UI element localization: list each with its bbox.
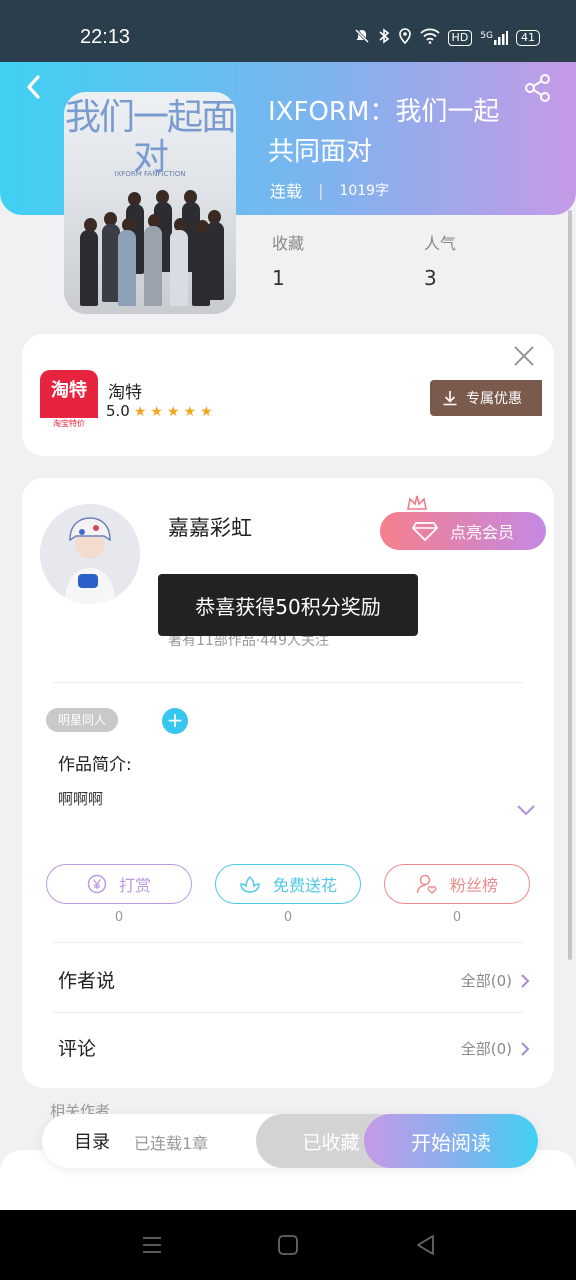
rating-stars: ★ ★ ★ ★ ★ bbox=[134, 402, 217, 420]
diamond-icon bbox=[411, 522, 438, 541]
back-button[interactable] bbox=[20, 72, 50, 102]
flower-icon bbox=[240, 875, 260, 893]
bluetooth-icon bbox=[378, 28, 390, 48]
cover-title: 我们一起面对 bbox=[64, 97, 236, 178]
menu-icon bbox=[143, 1237, 161, 1253]
share-icon bbox=[525, 74, 550, 102]
author-says-all-text: 全部(0) bbox=[460, 972, 512, 990]
collect-stat: 收藏 1 bbox=[272, 230, 304, 290]
fan-user-icon bbox=[416, 874, 437, 894]
battery-indicator: 41 bbox=[516, 30, 540, 46]
serial-status: 连载 bbox=[270, 182, 303, 201]
tip-label: 打赏 bbox=[118, 876, 151, 895]
scrollbar[interactable] bbox=[568, 210, 572, 960]
share-button[interactable] bbox=[522, 72, 554, 104]
fan-ranking-label: 粉丝榜 bbox=[449, 876, 498, 895]
ad-rating-value: 5.0 bbox=[106, 402, 130, 420]
star-icon: ★ bbox=[133, 404, 147, 420]
ad-app-logo: 淘特 淘宝特价 bbox=[40, 370, 98, 429]
comments-all-link[interactable]: 全部(0) bbox=[461, 1038, 530, 1059]
ad-app-name: 淘特 bbox=[108, 383, 142, 403]
intro-text: 啊啊啊 bbox=[58, 790, 104, 808]
back-arrow-icon bbox=[27, 75, 40, 99]
flower-count: 0 bbox=[283, 910, 293, 925]
yen-coin-icon bbox=[87, 874, 107, 894]
author-says-label: 作者说 bbox=[58, 970, 116, 992]
genre-tag[interactable]: 明星同人 bbox=[46, 708, 119, 732]
fan-ranking-button[interactable]: 粉丝榜 bbox=[384, 864, 530, 904]
bottom-action-bar: 目录 已连载1章 已收藏 开始阅读 bbox=[42, 1114, 538, 1168]
star-icon: ★ bbox=[200, 404, 213, 420]
book-title: IXFORM：我们一起共同面对 bbox=[268, 97, 500, 167]
divider bbox=[52, 682, 524, 683]
recent-apps-button[interactable] bbox=[140, 1234, 164, 1256]
toc-button[interactable]: 目录 bbox=[74, 1128, 110, 1154]
home-icon bbox=[278, 1235, 298, 1255]
light-up-vip-button[interactable]: 点亮会员 bbox=[380, 512, 546, 550]
intro-label: 作品简介: bbox=[58, 755, 132, 775]
back-nav-button[interactable] bbox=[414, 1234, 438, 1256]
popularity-label: 人气 bbox=[424, 234, 457, 253]
book-cover[interactable]: 我们一起面对 IXFORM FANFICTION bbox=[64, 92, 236, 314]
author-avatar[interactable] bbox=[40, 504, 140, 604]
vip-button-label: 点亮会员 bbox=[449, 523, 514, 542]
avatar-image bbox=[40, 504, 140, 604]
meta-separator: | bbox=[318, 180, 324, 200]
book-meta: 连载 | 1019字 bbox=[270, 178, 389, 202]
signal-label: 5G bbox=[480, 31, 493, 41]
comments-all-text: 全部(0) bbox=[460, 1040, 512, 1058]
mute-icon bbox=[354, 28, 370, 48]
author-name[interactable]: 嘉嘉彩虹 bbox=[168, 512, 252, 542]
author-says-all-link[interactable]: 全部(0) bbox=[461, 970, 530, 991]
status-icons: HD 5G 41 bbox=[354, 28, 540, 48]
word-count: 1019字 bbox=[339, 183, 390, 199]
location-icon bbox=[398, 28, 412, 48]
ad-logo-text: 淘特 bbox=[51, 380, 87, 401]
divider bbox=[52, 942, 524, 943]
status-time: 22:13 bbox=[80, 26, 131, 48]
comments-label: 评论 bbox=[58, 1038, 97, 1060]
signal-icon: 5G bbox=[480, 31, 508, 45]
author-card: 嘉嘉彩虹 点亮会员 著有11部作品·449人关注 恭喜获得50积分奖励 明星同人… bbox=[22, 478, 554, 1088]
add-tag-button[interactable]: + bbox=[162, 708, 188, 734]
send-flower-button[interactable]: 免费送花 bbox=[215, 864, 361, 904]
expand-intro-button[interactable] bbox=[516, 802, 536, 821]
popularity-stat: 人气 3 bbox=[424, 230, 456, 290]
ad-logo-sub: 淘宝特价 bbox=[40, 418, 98, 429]
tip-button[interactable]: 打赏 bbox=[46, 864, 192, 904]
tip-count: 0 bbox=[114, 910, 124, 925]
collect-label: 收藏 bbox=[272, 234, 305, 253]
star-icon: ★ bbox=[183, 404, 197, 420]
ad-rating: 5.0 ★ ★ ★ ★ ★ bbox=[106, 402, 217, 420]
hd-badge: HD bbox=[447, 30, 473, 46]
ad-offer-label: 专属优惠 bbox=[466, 391, 522, 407]
toc-status: 已连载1章 bbox=[134, 1134, 209, 1153]
close-icon bbox=[514, 346, 534, 366]
reward-toast: 恭喜获得50积分奖励 bbox=[158, 574, 418, 636]
star-icon: ★ bbox=[166, 404, 180, 420]
ad-close-button[interactable] bbox=[512, 344, 536, 368]
star-icon: ★ bbox=[150, 404, 163, 420]
popularity-value: 3 bbox=[424, 266, 437, 290]
chevron-right-icon bbox=[521, 973, 530, 988]
system-nav-bar bbox=[0, 1210, 576, 1280]
wifi-icon bbox=[419, 28, 440, 48]
chevron-right-icon bbox=[521, 1041, 530, 1056]
collect-value: 1 bbox=[272, 266, 285, 290]
home-button[interactable] bbox=[276, 1234, 300, 1256]
cover-subtitle: IXFORM FANFICTION bbox=[114, 170, 186, 178]
fan-count: 0 bbox=[452, 910, 462, 925]
start-reading-button[interactable]: 开始阅读 bbox=[364, 1114, 538, 1168]
status-bar: 22:13 HD 5G 41 bbox=[0, 0, 576, 62]
ad-card[interactable]: 淘特 淘宝特价 淘特 5.0 ★ ★ ★ ★ ★ 专属优惠 bbox=[22, 334, 554, 456]
download-icon bbox=[443, 391, 457, 406]
ad-offer-button[interactable]: 专属优惠 bbox=[430, 380, 542, 416]
divider bbox=[52, 1012, 524, 1013]
triangle-back-icon bbox=[417, 1235, 434, 1255]
send-flower-label: 免费送花 bbox=[272, 876, 337, 895]
chevron-down-icon bbox=[517, 805, 535, 816]
